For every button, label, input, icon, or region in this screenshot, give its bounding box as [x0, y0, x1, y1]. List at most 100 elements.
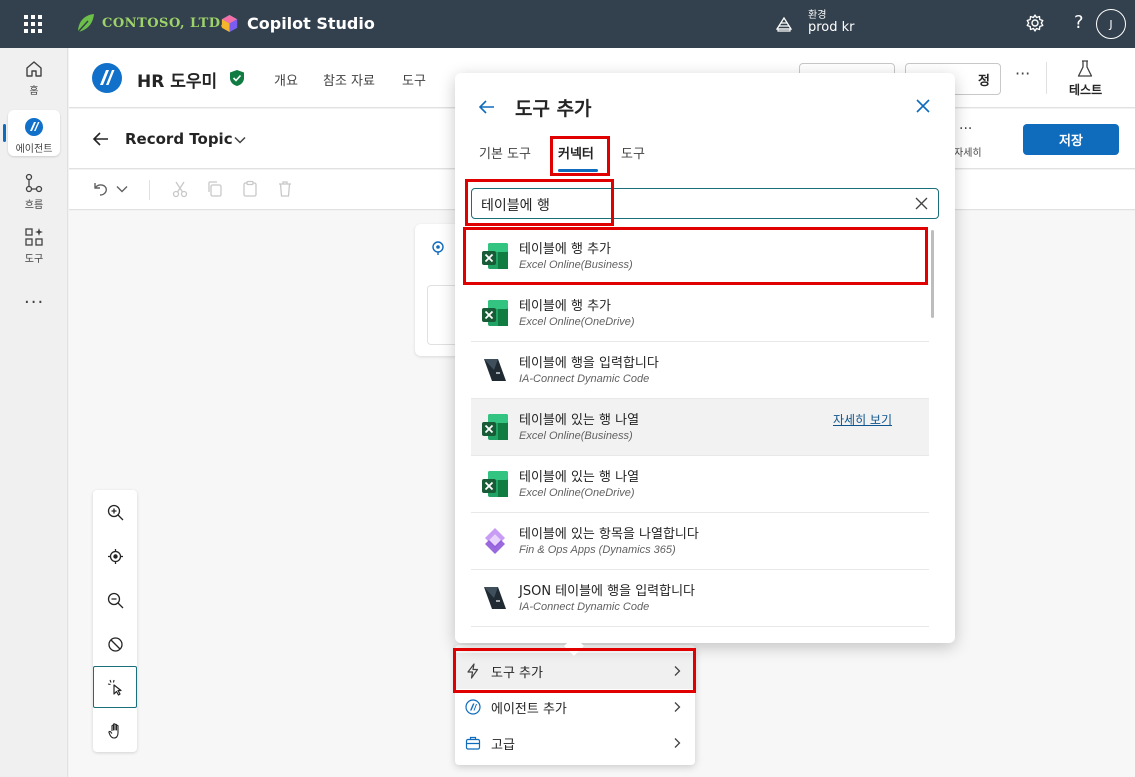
copy-icon[interactable] — [206, 180, 224, 198]
help-icon[interactable]: ? — [1074, 12, 1084, 33]
rail-label-tools: 도구 — [24, 254, 44, 265]
pan-mode-button[interactable] — [93, 710, 137, 750]
result-subtitle: Excel Online(Business) — [519, 430, 633, 442]
details-label[interactable]: 자세히 — [954, 144, 982, 159]
rail-item-home[interactable]: 홈 — [0, 58, 68, 97]
topic-title[interactable]: Record Topic — [125, 130, 233, 148]
zoom-in-button[interactable] — [93, 492, 137, 532]
add-tool-dialog: 도구 추가 기본 도구 커넥터 도구 테이블에 행 테이블에 행 추가 Exce… — [455, 73, 955, 643]
menu-item-label: 도구 추가 — [491, 665, 543, 681]
environment-value[interactable]: prod kr — [808, 20, 855, 35]
home-icon — [26, 61, 42, 77]
list-item[interactable]: 테이블에 있는 행 나열 Excel Online(OneDrive) — [471, 456, 929, 513]
rail-item-flows[interactable]: 흐름 — [0, 172, 68, 211]
delete-icon[interactable] — [276, 180, 294, 198]
excel-icon — [482, 300, 508, 326]
close-icon[interactable] — [915, 98, 931, 114]
agent-icon — [25, 118, 43, 136]
header-divider — [1046, 62, 1047, 94]
settings-gear-icon[interactable] — [1025, 13, 1045, 33]
toolbar-divider — [149, 180, 150, 200]
list-item[interactable]: 테이블에 행 추가 Excel Online(Business) — [471, 228, 929, 285]
rail-item-agents[interactable]: 에이전트 — [0, 116, 68, 155]
rail-label-flows: 흐름 — [24, 200, 44, 211]
ia-connect-icon — [484, 587, 506, 609]
list-item[interactable]: 테이블에 있는 항목을 나열합니다 Fin & Ops Apps (Dynami… — [471, 513, 929, 570]
tab-tools[interactable]: 도구 — [402, 70, 426, 89]
user-avatar[interactable]: J — [1096, 9, 1126, 39]
chevron-right-icon — [674, 738, 681, 748]
results-list: 테이블에 행 추가 Excel Online(Business) 테이블에 행 … — [471, 228, 929, 628]
menu-item-advanced[interactable]: 고급 — [455, 725, 695, 761]
chevron-right-icon — [674, 702, 681, 712]
hand-pan-icon — [107, 722, 119, 739]
minimap-off-icon — [107, 636, 123, 652]
results-scrollbar[interactable] — [931, 230, 934, 318]
lightning-icon — [467, 663, 479, 679]
zoom-out-button[interactable] — [93, 580, 137, 620]
result-title: 테이블에 행 추가 — [519, 299, 611, 314]
zoom-in-icon — [107, 504, 123, 520]
excel-icon — [482, 471, 508, 497]
result-title: 테이블에 있는 행 나열 — [519, 413, 640, 428]
header-more-icon[interactable]: ··· — [1015, 64, 1030, 83]
connector-search-input[interactable]: 테이블에 행 — [471, 188, 939, 219]
agent-logo-icon — [92, 63, 122, 93]
app-launcher-icon[interactable] — [24, 15, 42, 33]
dialog-back-arrow-icon[interactable] — [477, 97, 497, 117]
result-title: 테이블에 있는 항목을 나열합니다 — [519, 527, 699, 542]
menu-item-label: 에이전트 추가 — [491, 701, 567, 717]
list-item[interactable]: JSON 테이블에 행을 입력합니다 IA-Connect Dynamic Co… — [471, 570, 929, 627]
chevron-right-icon — [674, 666, 681, 676]
briefcase-icon — [465, 736, 481, 750]
dynamics-icon — [485, 528, 505, 554]
left-nav-rail: 홈 에이전트 흐름 도구 ··· — [0, 48, 68, 777]
copilot-studio-logo-icon — [221, 14, 238, 33]
add-node-menu: 도구 추가 에이전트 추가 고급 — [455, 645, 695, 765]
agent-name: HR 도우미 — [137, 72, 218, 92]
result-title: 테이블에 있는 행 나열 — [519, 470, 640, 485]
ia-connect-icon — [484, 359, 506, 381]
tab-connectors[interactable]: 커넥터 — [558, 143, 594, 162]
zoom-out-icon — [107, 592, 123, 608]
result-subtitle: IA-Connect Dynamic Code — [519, 373, 650, 385]
clear-search-icon[interactable] — [915, 197, 928, 210]
zoom-controls — [93, 490, 137, 752]
undo-icon[interactable] — [91, 180, 109, 198]
rail-item-tools[interactable]: 도구 — [0, 226, 68, 265]
cut-icon[interactable] — [171, 180, 189, 198]
result-subtitle: IA-Connect Dynamic Code — [519, 601, 650, 613]
result-subtitle: Excel Online(OneDrive) — [519, 316, 635, 328]
rail-more-icon[interactable]: ··· — [24, 292, 44, 313]
tab-overview[interactable]: 개요 — [274, 70, 298, 89]
menu-item-add-agent[interactable]: 에이전트 추가 — [455, 689, 695, 725]
tab-knowledge[interactable]: 참조 자료 — [323, 70, 375, 89]
test-button-label[interactable]: 테스트 — [1069, 81, 1102, 98]
list-item[interactable]: 테이블에 행을 입력합니다 IA-Connect Dynamic Code — [471, 342, 929, 399]
top-bar: CONTOSO, LTD. Copilot Studio 환경 prod kr … — [0, 0, 1135, 48]
result-subtitle: Excel Online(OneDrive) — [519, 487, 635, 499]
environment-label: 환경 — [808, 10, 827, 21]
rail-label-home: 홈 — [29, 86, 39, 97]
recenter-button[interactable] — [93, 536, 137, 576]
select-mode-button[interactable] — [93, 666, 137, 708]
details-link[interactable]: 자세히 보기 — [833, 411, 892, 428]
result-title: 테이블에 행을 입력합니다 — [519, 356, 659, 371]
undo-dropdown-chevron-icon[interactable] — [115, 180, 129, 198]
menu-item-add-tool[interactable]: 도구 추가 — [455, 653, 695, 689]
result-title: 테이블에 행 추가 — [519, 242, 611, 257]
list-item[interactable]: 테이블에 있는 행 나열 Excel Online(Business) 자세히 … — [471, 399, 929, 456]
minimap-toggle-button[interactable] — [93, 624, 137, 664]
org-name: CONTOSO, LTD. — [102, 15, 226, 31]
list-item[interactable]: 테이블에 행 추가 Excel Online(OneDrive) — [471, 285, 929, 342]
chevron-down-icon[interactable] — [233, 133, 247, 147]
back-arrow-icon[interactable] — [91, 129, 111, 149]
environment-icon[interactable] — [774, 14, 794, 34]
tab-basic-tools[interactable]: 기본 도구 — [479, 143, 531, 162]
test-flask-icon[interactable] — [1077, 60, 1093, 78]
details-more-icon[interactable]: ··· — [959, 121, 972, 137]
paste-icon[interactable] — [241, 180, 259, 198]
tab-tools-dialog[interactable]: 도구 — [621, 143, 645, 162]
save-button[interactable]: 저장 — [1023, 124, 1119, 155]
excel-icon — [482, 243, 508, 269]
